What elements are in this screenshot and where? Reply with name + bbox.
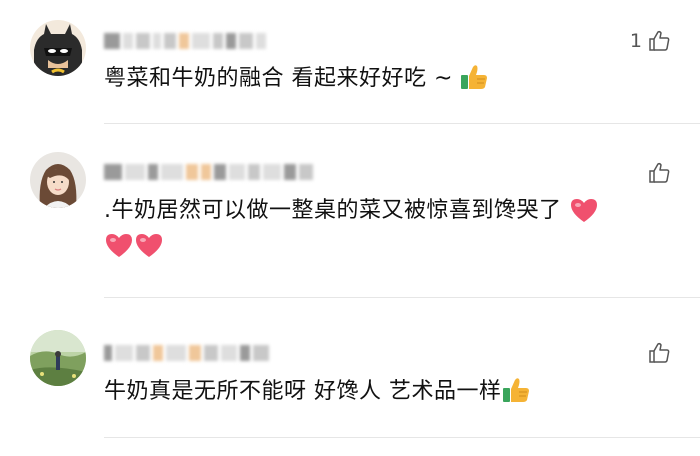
heart-icon [134, 232, 164, 270]
comment-text: 粤菜和牛奶的融合 看起来好好吃 ~ [104, 61, 660, 102]
divider [104, 437, 700, 438]
comment-text: 牛奶真是无所不能呀 好馋人 艺术品一样 [104, 374, 660, 415]
username-blurred[interactable] [104, 344, 269, 362]
username-blurred[interactable] [104, 32, 266, 50]
thumbs-up-icon [460, 64, 488, 102]
avatar[interactable] [30, 330, 86, 386]
landscape-avatar-icon [30, 330, 86, 386]
thumbs-up-outline-icon [649, 162, 670, 183]
heart-icon [104, 232, 134, 270]
woman-portrait-avatar-icon [30, 152, 86, 208]
like-count: 1 [629, 30, 642, 52]
divider [104, 123, 700, 124]
divider [104, 297, 700, 298]
like-button[interactable] [642, 162, 670, 184]
comment-text-continued [104, 228, 660, 270]
username-blurred[interactable] [104, 163, 313, 181]
thumbs-up-icon [502, 377, 530, 415]
thumbs-up-outline-icon [649, 30, 670, 51]
like-button[interactable] [642, 342, 670, 364]
like-button[interactable]: 1 [630, 30, 670, 52]
avatar[interactable] [30, 152, 86, 208]
avatar[interactable] [30, 20, 86, 76]
batman-avatar-icon [30, 20, 86, 76]
thumbs-up-outline-icon [649, 342, 670, 363]
